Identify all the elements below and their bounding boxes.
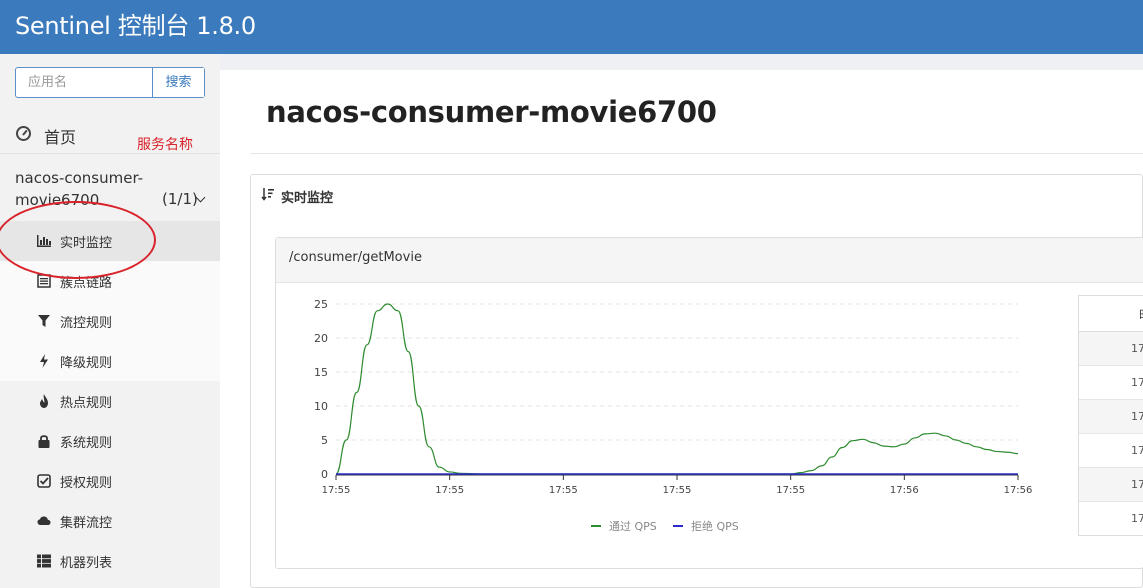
table-header: 时 [1079,296,1143,332]
table-cell: 17 [1131,376,1143,389]
y-tick-label: 15 [314,366,328,379]
table-cell: 17 [1131,512,1143,525]
y-tick-label: 5 [321,434,328,447]
panel-title: 实时监控 [281,191,334,206]
fire-icon [37,394,51,408]
sidebar-item-label: 集群流控 [60,516,113,531]
top-navbar: Sentinel 控制台 1.8.0 [0,0,1143,54]
lock-icon [37,434,51,448]
flash-icon [37,354,51,368]
table-row: 17 [1079,332,1143,366]
app-search-input[interactable] [16,68,152,97]
table-cell: 17 [1131,410,1143,423]
sidebar-item-label: 热点规则 [60,396,113,411]
sidebar-app-item[interactable]: nacos-consumer-movie6700 (1/1) [0,157,220,221]
service-name-annotation: 服务名称 [137,137,193,153]
sidebar-item-label: 机器列表 [60,556,113,571]
y-tick-label: 0 [321,468,328,481]
table-cell: 17 [1131,342,1143,355]
app-name: nacos-consumer-movie6700 [15,169,144,209]
sidebar-item-label: 首页 [44,128,77,147]
qps-line-chart: 0 5 10 15 20 25 17:55 17:55 17:55 17:55 17:55 17:56… [314,298,1033,533]
table-cell: 17 [1131,478,1143,491]
table-row: 17 [1079,468,1143,502]
sidebar-item-label: 实时监控 [60,236,113,251]
title-divider [250,153,1143,154]
dashboard-icon [16,126,31,141]
resource-card-header: /consumer/getMovie [276,238,1143,283]
x-tick-label: 17:56 [1004,485,1033,496]
app-search-group: 搜索 [15,67,205,98]
resource-card: /consumer/getMovie 0 5 10 15 20 25 17:55 17:55 1… [275,237,1143,569]
legend-label: 通过 QPS [609,520,657,533]
sidebar-item-degrade-rules[interactable]: 降级规则 [0,341,220,381]
sidebar-item-label: 簇点链路 [60,276,113,291]
table-row: 17 [1079,502,1143,536]
x-tick-label: 17:55 [663,485,692,496]
table-cell: 17 [1131,444,1143,457]
sort-icon [261,187,275,205]
check-square-icon [37,474,51,488]
x-tick-label: 17:55 [322,485,351,496]
metrics-table: 时 17 17 17 17 17 17 [1078,295,1143,536]
sidebar-item-machine-list[interactable]: 机器列表 [0,541,220,581]
x-tick-label: 17:55 [435,485,464,496]
resource-name: /consumer/getMovie [289,250,422,265]
grid-list-icon [37,554,51,568]
cloud-icon [37,514,51,528]
app-machine-count: (1/1) [162,190,198,208]
sidebar-item-realtime-monitor[interactable]: 实时监控 [0,221,220,261]
legend-label: 拒绝 QPS [691,519,739,533]
y-tick-label: 25 [314,298,328,311]
sidebar-item-label: 流控规则 [60,316,113,331]
y-tick-label: 20 [314,332,328,345]
sidebar-item-system-rules[interactable]: 系统规则 [0,421,220,461]
app-title[interactable]: Sentinel 控制台 1.8.0 [15,10,256,42]
x-tick-label: 17:55 [549,485,578,496]
sidebar-item-label: 降级规则 [60,356,113,371]
series-line-0 [335,303,1019,475]
x-tick-label: 17:56 [890,485,919,496]
app-submenu: 实时监控 簇点链路 流控规则 降级规则 热点规则 系统规则 授权规则 集群流控 … [0,221,220,581]
sidebar-item-label: 授权规则 [60,476,113,491]
sidebar-item-auth-rules[interactable]: 授权规则 [0,461,220,501]
table-row: 17 [1079,400,1143,434]
sidebar-item-flow-rules[interactable]: 流控规则 [0,301,220,341]
table-header-cell: 时 [1139,306,1143,323]
sidebar-item-label: 系统规则 [60,436,113,451]
table-row: 17 [1079,366,1143,400]
table-row: 17 [1079,434,1143,468]
y-tick-label: 10 [314,400,328,413]
x-tick-label: 17:55 [776,485,805,496]
page-title: nacos-consumer-movie6700 [266,95,717,129]
sidebar: 搜索 首页 服务名称 nacos-consumer-movie6700 (1/1… [0,54,220,588]
main-content: nacos-consumer-movie6700 实时监控 /consumer/… [220,70,1143,588]
sidebar-item-cluster-flow[interactable]: 集群流控 [0,501,220,541]
sidebar-item-hotspot-rules[interactable]: 热点规则 [0,381,220,421]
search-button[interactable]: 搜索 [152,68,204,97]
filter-icon [37,314,51,328]
list-icon [37,274,51,288]
sidebar-item-cluster-point-link[interactable]: 簇点链路 [0,261,220,301]
bar-chart-icon [37,234,51,248]
realtime-monitor-panel: 实时监控 /consumer/getMovie 0 5 10 15 20 25 17:55 1… [250,174,1143,588]
